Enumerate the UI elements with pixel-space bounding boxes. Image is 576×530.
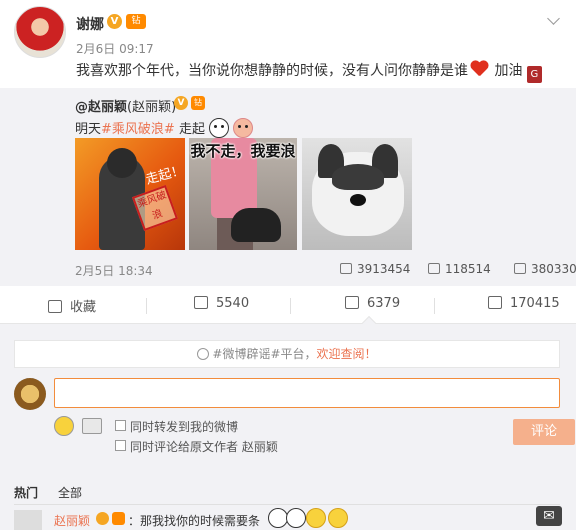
emoji-icon xyxy=(268,508,288,528)
repost-label: 5540 xyxy=(216,296,250,311)
app-watermark-icon: ✉ xyxy=(536,506,562,526)
heart-icon xyxy=(470,61,488,77)
post-body-tail: 加油 xyxy=(494,63,523,79)
repost-card: @赵丽颖(赵丽颖) V 钻 明天#乘风破浪# 走起 走起！ 乘风破浪 我不走，我… xyxy=(0,88,576,286)
post-text: 我喜欢那个年代，当你说你想静静的时候，没有人问你静静是谁 加油 G xyxy=(76,60,542,83)
comment-label: 6379 xyxy=(367,296,401,311)
repost-button[interactable]: 5540 xyxy=(194,296,249,311)
member-level-icon: 钻 xyxy=(126,14,146,29)
comment-author-checkbox-label: 同时评论给原文作者 赵丽颖 xyxy=(130,440,278,454)
repost-verified-icon: V xyxy=(174,96,188,110)
comment-tabs: 热门 全部 xyxy=(14,484,102,501)
post-body: 我喜欢那个年代，当你说你想静静的时候，没有人问你静静是谁 xyxy=(76,63,468,79)
repost-author[interactable]: @赵丽颖(赵丽颖) xyxy=(75,96,176,115)
repost-text-prefix: 明天 xyxy=(75,122,102,137)
repost-author-nick: (赵丽颖) xyxy=(127,100,177,115)
notice-link[interactable]: 欢迎查阅！ xyxy=(317,347,377,361)
commenter-name[interactable]: 赵丽颖 xyxy=(54,512,90,529)
my-avatar[interactable] xyxy=(14,378,46,410)
figure-head xyxy=(107,148,137,178)
image-caption: 我不走，我要浪 xyxy=(190,142,296,160)
tab-all[interactable]: 全部 xyxy=(58,484,82,501)
repost-like-count[interactable]: 380330 xyxy=(514,262,576,276)
repost-like-value: 380330 xyxy=(531,262,576,276)
comment-input[interactable] xyxy=(54,378,560,408)
comment-button[interactable]: 6379 xyxy=(345,296,400,311)
comment-icon xyxy=(428,263,440,274)
repost-share-value: 3913454 xyxy=(357,262,411,276)
emoji-icon xyxy=(286,508,306,528)
tab-hot[interactable]: 热门 xyxy=(14,484,38,501)
chevron-down-icon[interactable] xyxy=(547,12,560,25)
repost-comment-count[interactable]: 118514 xyxy=(428,262,491,276)
comment-area: #微博辟谣#平台，欢迎查阅！ 同时转发到我的微博 同时评论给原文作者 赵丽颖 评… xyxy=(0,324,576,530)
commenter-level-icon xyxy=(112,512,125,525)
repost-checkbox[interactable] xyxy=(115,420,126,431)
divider xyxy=(290,298,291,314)
repost-comment-value: 118514 xyxy=(445,262,491,276)
image-upload-icon[interactable] xyxy=(82,418,102,434)
dog-shape xyxy=(231,208,281,242)
star-icon xyxy=(48,300,62,313)
verified-badge-icon: V xyxy=(107,14,122,29)
comment-author-checkbox[interactable] xyxy=(115,440,126,451)
pig-emoji-icon xyxy=(232,118,253,138)
like-label: 170415 xyxy=(510,296,560,311)
like-icon xyxy=(514,263,526,274)
repost-image-1[interactable]: 走起！ 乘风破浪 xyxy=(75,138,185,250)
repost-image-3[interactable] xyxy=(302,138,412,250)
divider xyxy=(434,298,435,314)
info-icon xyxy=(197,348,210,360)
repost-time[interactable]: 2月5日 18:34 xyxy=(75,262,153,279)
gift-icon: G xyxy=(526,66,542,83)
husky-mask xyxy=(332,164,384,190)
topic-link[interactable]: #乘风破浪# xyxy=(101,122,175,137)
notice-text: #微博辟谣#平台， xyxy=(212,347,317,361)
repost-share-count[interactable]: 3913454 xyxy=(340,262,410,276)
commenter-avatar[interactable] xyxy=(14,510,42,530)
share-icon xyxy=(340,263,352,274)
author-avatar[interactable] xyxy=(14,6,66,58)
repost-text-suffix: 走起 xyxy=(178,122,205,137)
action-bar: 收藏 5540 6379 170415 xyxy=(0,286,576,324)
repost-level-icon: 钻 xyxy=(191,96,205,110)
emoji-icon xyxy=(328,508,348,528)
emoji-icon xyxy=(306,508,326,528)
emoji-icon xyxy=(208,118,229,138)
image-scrawl: 走起！ xyxy=(144,163,185,188)
favorite-label: 收藏 xyxy=(70,300,97,315)
post-time[interactable]: 2月6日 09:17 xyxy=(76,40,154,57)
comment-icon xyxy=(345,296,359,309)
emoji-picker-icon[interactable] xyxy=(54,416,74,436)
husky-nose xyxy=(350,194,366,206)
rumor-notice[interactable]: #微博辟谣#平台，欢迎查阅！ xyxy=(14,340,560,368)
comment-text: ：那我找你的时候需要条 xyxy=(128,514,261,528)
favorite-button[interactable]: 收藏 xyxy=(48,296,96,315)
share-icon xyxy=(194,296,208,309)
divider xyxy=(146,298,147,314)
repost-image-2[interactable]: 我不走，我要浪 xyxy=(189,138,297,250)
divider xyxy=(14,504,560,505)
author-name[interactable]: 谢娜 xyxy=(76,14,104,34)
repost-checkbox-label: 同时转发到我的微博 xyxy=(130,420,239,434)
submit-comment-button[interactable]: 评论 xyxy=(513,419,575,445)
thumbs-up-icon xyxy=(488,296,502,309)
repost-author-handle[interactable]: @赵丽颖 xyxy=(75,100,127,115)
repost-text: 明天#乘风破浪# 走起 xyxy=(75,118,253,138)
like-button[interactable]: 170415 xyxy=(488,296,560,311)
commenter-verified-icon xyxy=(96,512,109,525)
